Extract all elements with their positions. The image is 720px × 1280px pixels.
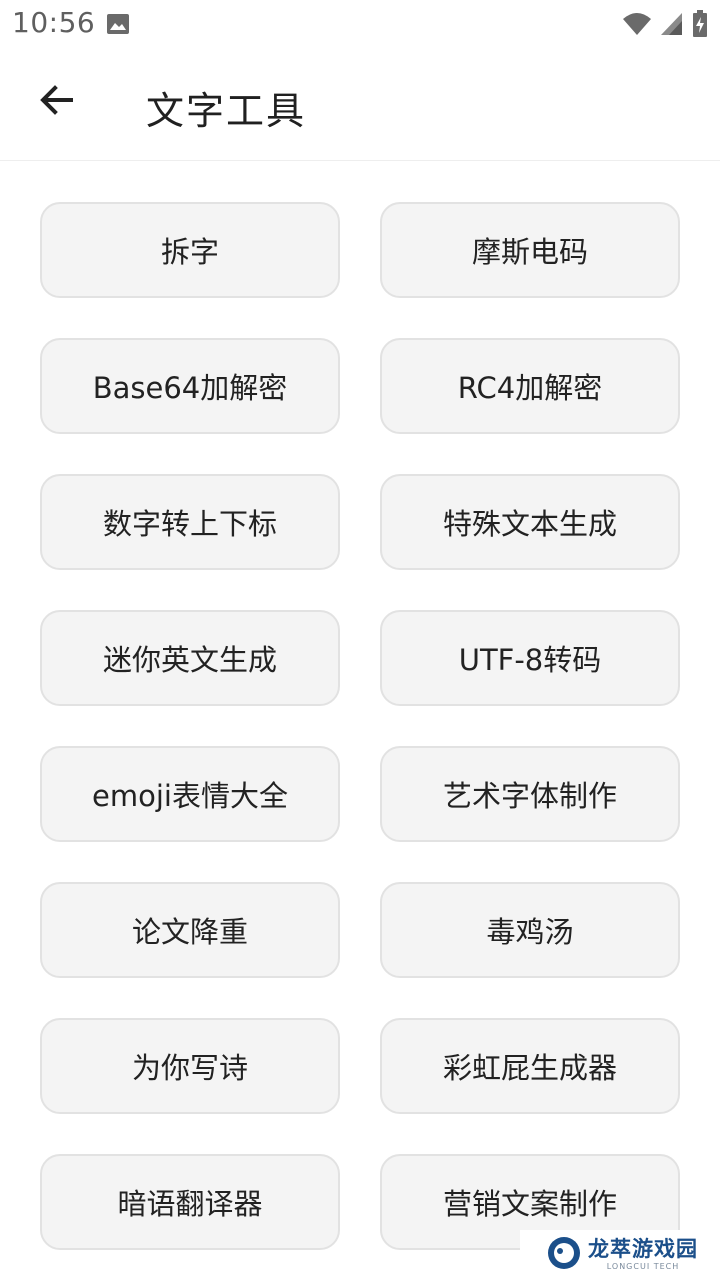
app-bar: 文字工具 bbox=[0, 50, 720, 161]
tool-button-rc4[interactable]: RC4加解密 bbox=[380, 338, 680, 434]
tool-button-mini-english[interactable]: 迷你英文生成 bbox=[40, 610, 340, 706]
watermark-logo-icon bbox=[546, 1235, 582, 1275]
tool-button-paper-rewrite[interactable]: 论文降重 bbox=[40, 882, 340, 978]
back-button[interactable] bbox=[28, 74, 84, 130]
tools-grid: 拆字 摩斯电码 Base64加解密 RC4加解密 数字转上下标 特殊文本生成 迷… bbox=[40, 202, 680, 1250]
page-title: 文字工具 bbox=[146, 89, 307, 133]
tool-button-cipher-translate[interactable]: 暗语翻译器 bbox=[40, 1154, 340, 1250]
tool-button-sub-superscript[interactable]: 数字转上下标 bbox=[40, 474, 340, 570]
tool-button-special-text[interactable]: 特殊文本生成 bbox=[380, 474, 680, 570]
tool-button-morse-code[interactable]: 摩斯电码 bbox=[380, 202, 680, 298]
tool-button-art-font[interactable]: 艺术字体制作 bbox=[380, 746, 680, 842]
tool-button-base64[interactable]: Base64加解密 bbox=[40, 338, 340, 434]
tool-button-poison-soup[interactable]: 毒鸡汤 bbox=[380, 882, 680, 978]
battery-charging-icon bbox=[692, 10, 708, 42]
watermark-subtitle: LONGCUI TECH bbox=[606, 1262, 680, 1271]
tool-button-rainbow-fart[interactable]: 彩虹屁生成器 bbox=[380, 1018, 680, 1114]
tool-button-utf8[interactable]: UTF-8转码 bbox=[380, 610, 680, 706]
status-icons bbox=[622, 10, 708, 42]
status-bar: 10:56 bbox=[0, 0, 720, 50]
tool-button-split-char[interactable]: 拆字 bbox=[40, 202, 340, 298]
watermark-name: 龙萃游戏园 bbox=[588, 1237, 698, 1261]
wifi-icon bbox=[622, 11, 652, 41]
signal-icon bbox=[660, 11, 684, 41]
image-icon bbox=[106, 13, 130, 35]
arrow-left-icon bbox=[38, 82, 74, 122]
tool-button-poem[interactable]: 为你写诗 bbox=[40, 1018, 340, 1114]
watermark: 龙萃游戏园 LONGCUI TECH bbox=[520, 1230, 720, 1280]
status-time: 10:56 bbox=[12, 6, 96, 39]
tool-button-emoji[interactable]: emoji表情大全 bbox=[40, 746, 340, 842]
